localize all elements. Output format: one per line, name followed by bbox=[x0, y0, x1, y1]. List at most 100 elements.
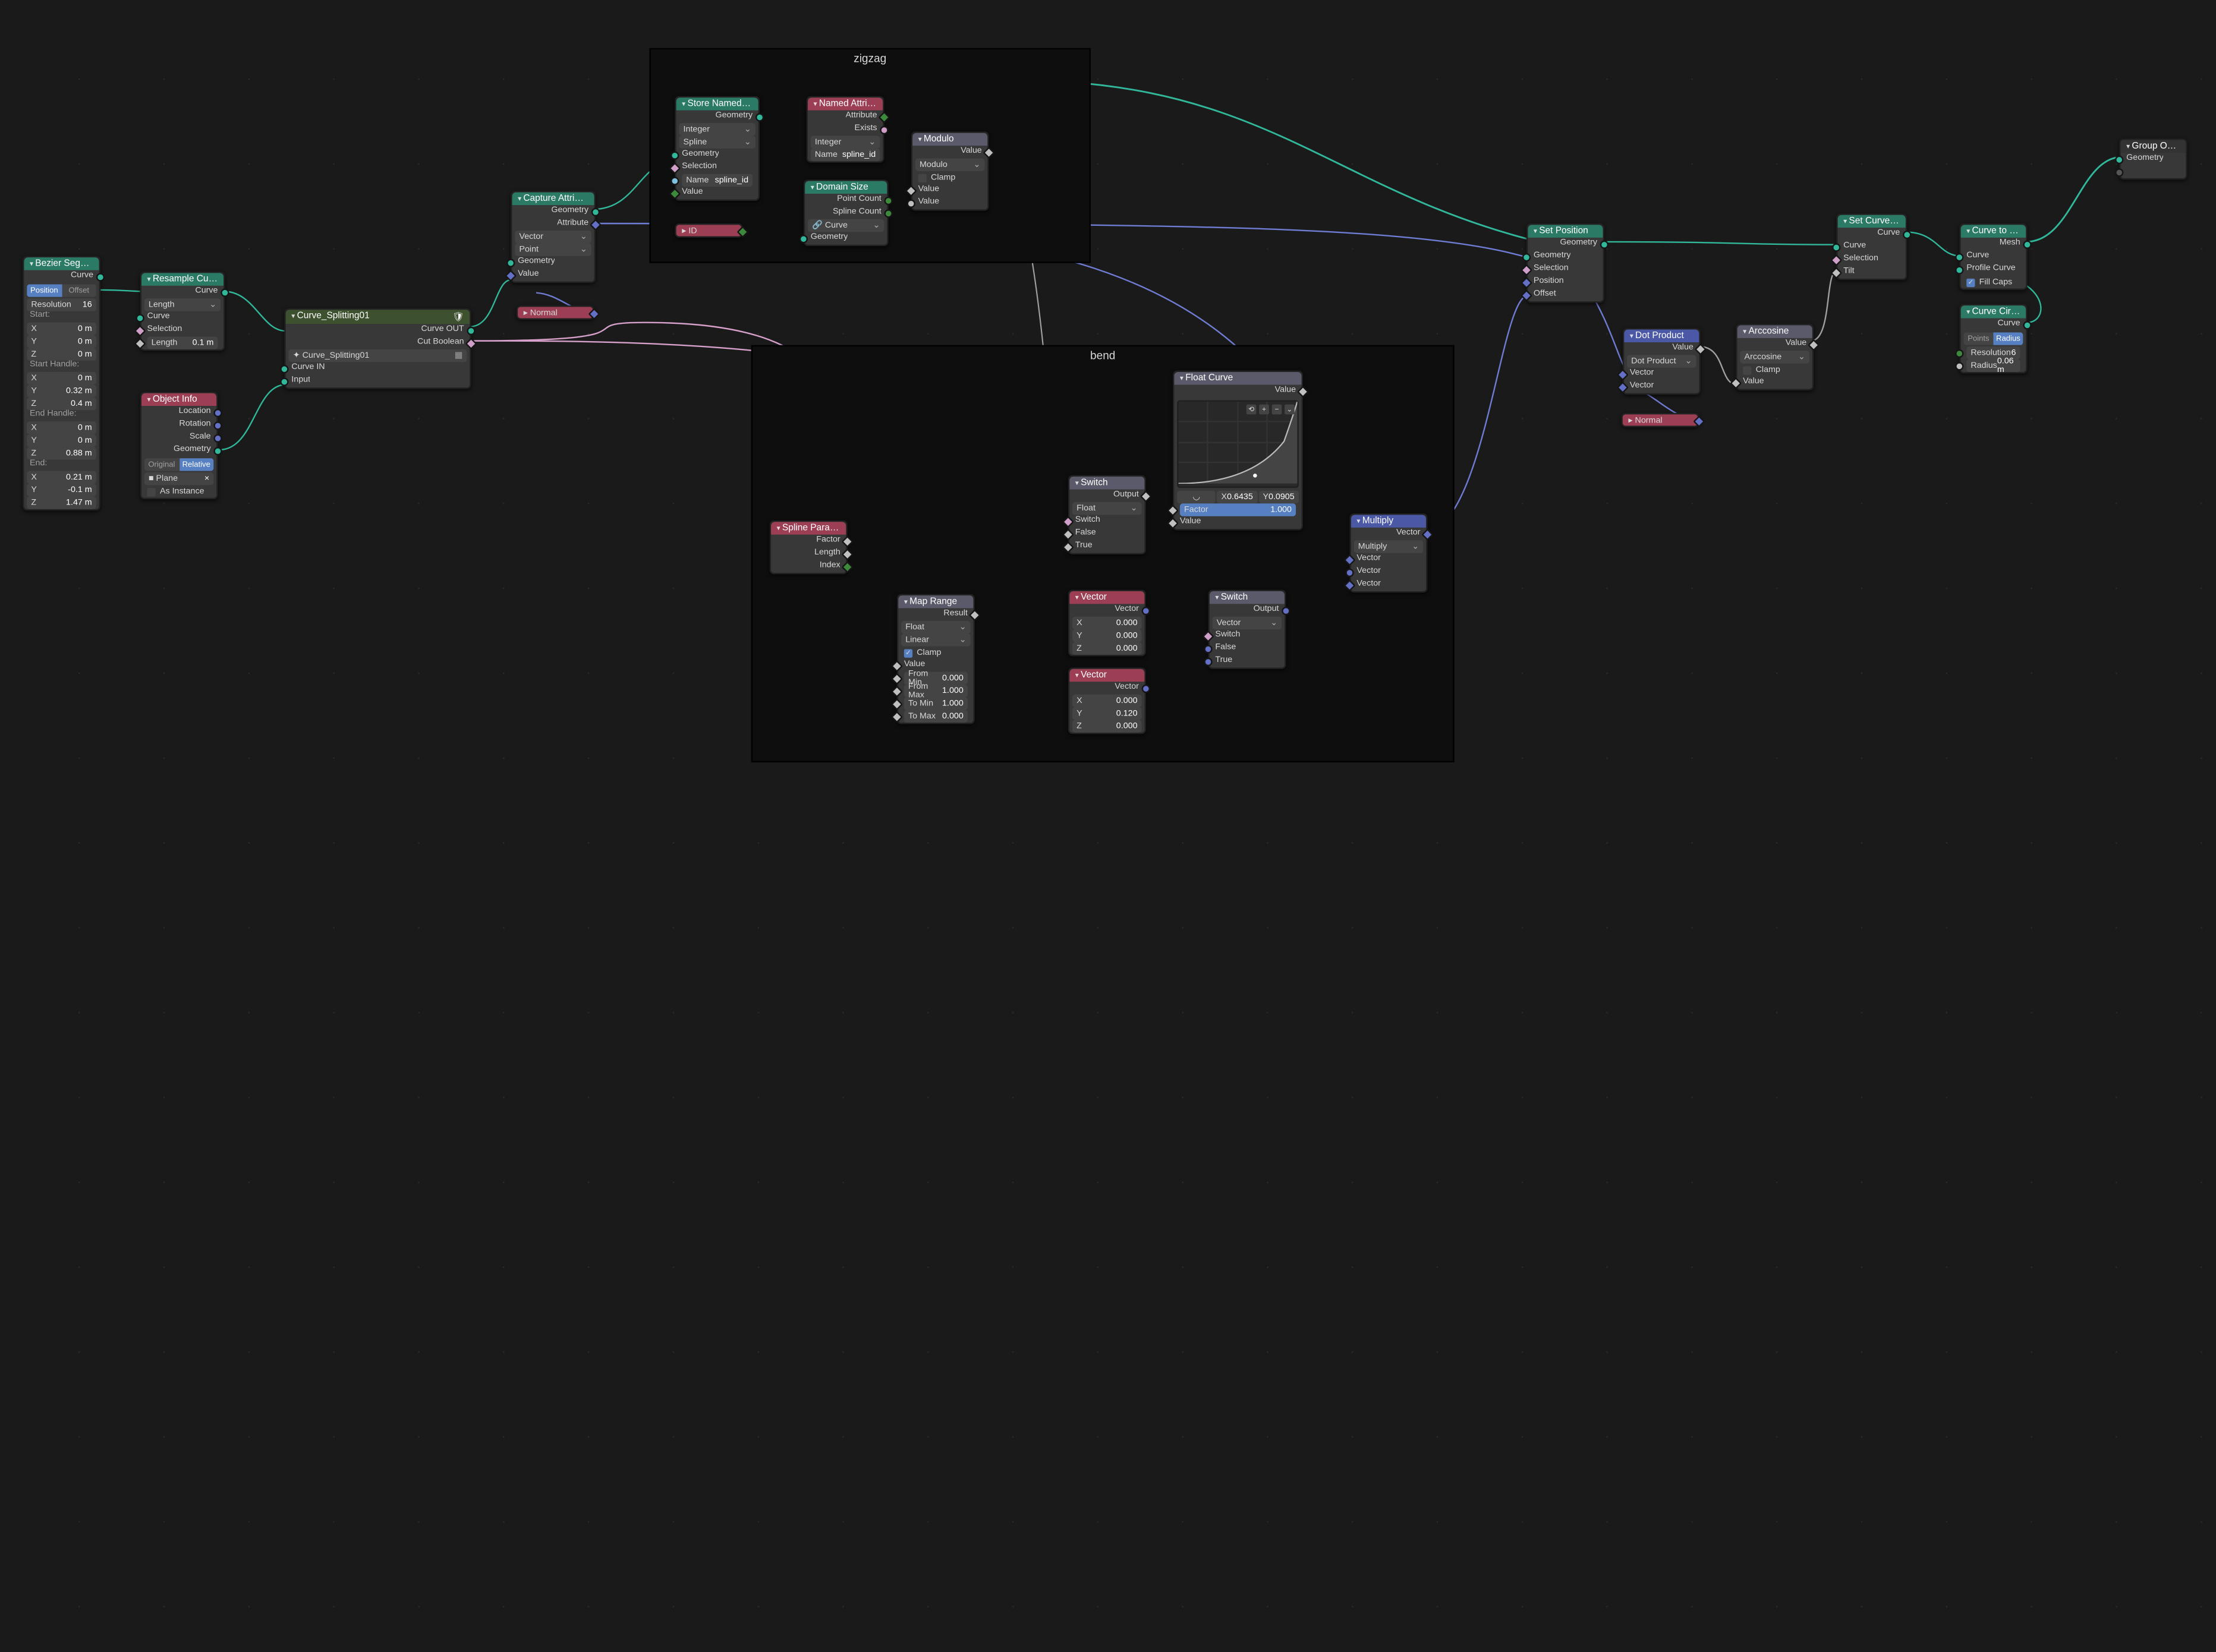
socket-out[interactable] bbox=[1903, 230, 1911, 238]
node-capture-attribute[interactable]: Capture Attribute Geometry Attribute Vec… bbox=[511, 191, 596, 283]
node-dot-product[interactable]: Dot Product Value Dot Product Vector Vec… bbox=[1623, 328, 1701, 395]
node-header[interactable]: Arccosine bbox=[1737, 325, 1812, 338]
node-header[interactable]: Domain Size bbox=[805, 181, 887, 194]
dropdown-domain[interactable]: Point bbox=[515, 243, 591, 256]
field-z[interactable]: Z0.000 bbox=[1072, 720, 1142, 732]
node-header[interactable]: Curve to Mesh bbox=[1961, 225, 2026, 237]
socket-in[interactable] bbox=[280, 377, 288, 385]
socket-in[interactable] bbox=[1522, 253, 1531, 261]
dropdown-type[interactable]: Integer bbox=[679, 123, 756, 135]
socket-in[interactable] bbox=[134, 324, 146, 336]
socket-out[interactable] bbox=[221, 288, 229, 296]
node-bezier-segment[interactable]: Bezier Segment Curve Position Offset Res… bbox=[23, 256, 100, 510]
field-group-name[interactable]: ✦ Curve_Splitting01▦ bbox=[289, 349, 467, 362]
node-curve-to-mesh[interactable]: Curve to Mesh Mesh Curve Profile Curve ✓… bbox=[1959, 223, 2027, 290]
field-eh-y[interactable]: Y0 m bbox=[27, 434, 96, 447]
node-header[interactable]: Group Output bbox=[2121, 140, 2186, 153]
curve-zoom-in-icon[interactable]: + bbox=[1259, 405, 1269, 415]
node-header[interactable]: Set Position bbox=[1528, 225, 1603, 237]
field-end-z[interactable]: Z1.47 m bbox=[27, 496, 96, 509]
socket-out[interactable] bbox=[465, 337, 477, 349]
socket-in[interactable] bbox=[799, 234, 808, 242]
node-header[interactable]: Vector bbox=[1069, 669, 1144, 682]
socket-out[interactable] bbox=[590, 218, 602, 230]
socket-in[interactable] bbox=[280, 364, 288, 373]
node-set-position[interactable]: Set Position Geometry Geometry Selection… bbox=[1526, 223, 1604, 302]
socket-out[interactable] bbox=[591, 207, 600, 216]
socket-out[interactable] bbox=[884, 196, 893, 204]
field-length[interactable]: Length0.1 m bbox=[147, 336, 218, 349]
dropdown-type[interactable]: Float bbox=[901, 621, 971, 633]
socket-in[interactable] bbox=[1204, 644, 1212, 652]
node-resample-curve[interactable]: Resample Curve Curve Length Curve Select… bbox=[140, 272, 225, 351]
dropdown-type[interactable]: Vector bbox=[515, 231, 591, 243]
socket-in-unused[interactable] bbox=[2115, 168, 2123, 176]
node-header[interactable]: Resample Curve bbox=[141, 273, 224, 285]
field-radius[interactable]: Radius0.06 m bbox=[1966, 360, 2020, 372]
node-header[interactable]: Set Curve Tilt bbox=[1838, 215, 1906, 228]
field-end-y[interactable]: Y-0.1 m bbox=[27, 484, 96, 496]
field-resolution[interactable]: Resolution16 bbox=[27, 298, 96, 311]
socket-out[interactable] bbox=[467, 326, 475, 335]
socket-in[interactable] bbox=[1832, 242, 1840, 251]
field-to-min[interactable]: To Min1.000 bbox=[904, 697, 968, 710]
node-float-curve[interactable]: Float Curve Value ⟲ + − ⌄ ◡ X0.6435 Y0.0… bbox=[1173, 371, 1303, 531]
socket-in[interactable] bbox=[1830, 254, 1842, 266]
socket-in[interactable] bbox=[671, 176, 679, 184]
node-header[interactable]: Modulo bbox=[912, 133, 987, 146]
node-curve-splitting-group[interactable]: Curve_Splitting01🛡 Curve OUT Cut Boolean… bbox=[284, 308, 471, 389]
node-header[interactable]: Multiply bbox=[1351, 515, 1426, 527]
clear-icon[interactable]: × bbox=[204, 474, 209, 483]
check-fill-caps[interactable]: ✓Fill Caps bbox=[1961, 276, 2026, 288]
node-header[interactable]: Spline Parameter bbox=[771, 522, 846, 534]
socket-in[interactable] bbox=[907, 198, 915, 207]
socket-in[interactable] bbox=[1955, 349, 1963, 357]
node-header[interactable]: Named Attribute bbox=[808, 97, 883, 110]
socket-in[interactable] bbox=[1521, 289, 1532, 301]
socket-out[interactable] bbox=[1600, 239, 1609, 248]
node-store-named-attribute[interactable]: Store Named Attrib... Geometry Integer S… bbox=[675, 96, 760, 201]
field-start-z[interactable]: Z0 m bbox=[27, 348, 96, 360]
dropdown-domain[interactable]: Spline bbox=[679, 135, 756, 148]
node-switch-float[interactable]: Switch Output Float Switch False True bbox=[1068, 475, 1146, 554]
check-clamp[interactable]: Clamp bbox=[912, 171, 987, 184]
socket-out[interactable] bbox=[213, 433, 222, 442]
socket-out[interactable] bbox=[1693, 415, 1705, 427]
node-map-range[interactable]: Map Range Result Float Linear ✓Clamp Val… bbox=[897, 594, 975, 724]
node-header[interactable]: Curve Circle bbox=[1961, 305, 2026, 318]
dropdown-op[interactable]: Arccosine bbox=[1740, 351, 1809, 363]
field-factor[interactable]: Factor1.000 bbox=[1180, 503, 1296, 516]
node-spline-parameter[interactable]: Spline Parameter Factor Length Index bbox=[770, 521, 848, 574]
bezier-mode-tabs[interactable]: Position Offset bbox=[27, 284, 96, 297]
node-normal[interactable]: ▸ Normal bbox=[517, 305, 594, 320]
socket-out[interactable] bbox=[2023, 239, 2031, 248]
socket-in[interactable] bbox=[2115, 155, 2123, 163]
field-eh-x[interactable]: X0 m bbox=[27, 421, 96, 434]
node-set-curve-tilt[interactable]: Set Curve Tilt Curve Curve Selection Til… bbox=[1836, 213, 1907, 280]
dropdown-type[interactable]: Vector bbox=[1213, 617, 1282, 629]
node-curve-circle[interactable]: Curve Circle Curve Points Radius Resolut… bbox=[1959, 304, 2027, 374]
socket-in[interactable] bbox=[134, 337, 146, 349]
socket-out[interactable] bbox=[1142, 684, 1150, 692]
socket-out[interactable] bbox=[756, 112, 764, 121]
field-x[interactable]: X0.000 bbox=[1072, 617, 1142, 629]
node-header[interactable]: Map Range bbox=[898, 595, 973, 608]
tab-original[interactable]: Original bbox=[144, 458, 179, 471]
socket-out[interactable] bbox=[884, 209, 893, 217]
dropdown-type[interactable]: Integer bbox=[811, 135, 880, 148]
socket-in[interactable] bbox=[671, 150, 679, 159]
node-modulo[interactable]: Modulo Value Modulo Clamp Value Value bbox=[911, 131, 989, 210]
tab-points[interactable]: Points bbox=[1963, 332, 1993, 345]
field-eh-z[interactable]: Z0.88 m bbox=[27, 447, 96, 459]
dropdown-component[interactable]: 🔗 Curve bbox=[808, 219, 884, 232]
socket-in[interactable] bbox=[1204, 657, 1212, 666]
node-header[interactable]: Float Curve bbox=[1174, 372, 1301, 384]
socket-out[interactable] bbox=[1142, 606, 1150, 614]
node-normal-2[interactable]: ▸ Normal bbox=[1621, 413, 1699, 427]
node-named-attribute[interactable]: Named Attribute Attribute Exists Integer… bbox=[807, 96, 884, 163]
node-header[interactable]: Switch bbox=[1210, 591, 1285, 604]
field-y[interactable]: Y0.000 bbox=[1072, 629, 1142, 642]
field-object[interactable]: ■ Plane× bbox=[144, 472, 214, 485]
socket-out[interactable] bbox=[213, 408, 222, 417]
field-end-x[interactable]: X0.21 m bbox=[27, 471, 96, 484]
